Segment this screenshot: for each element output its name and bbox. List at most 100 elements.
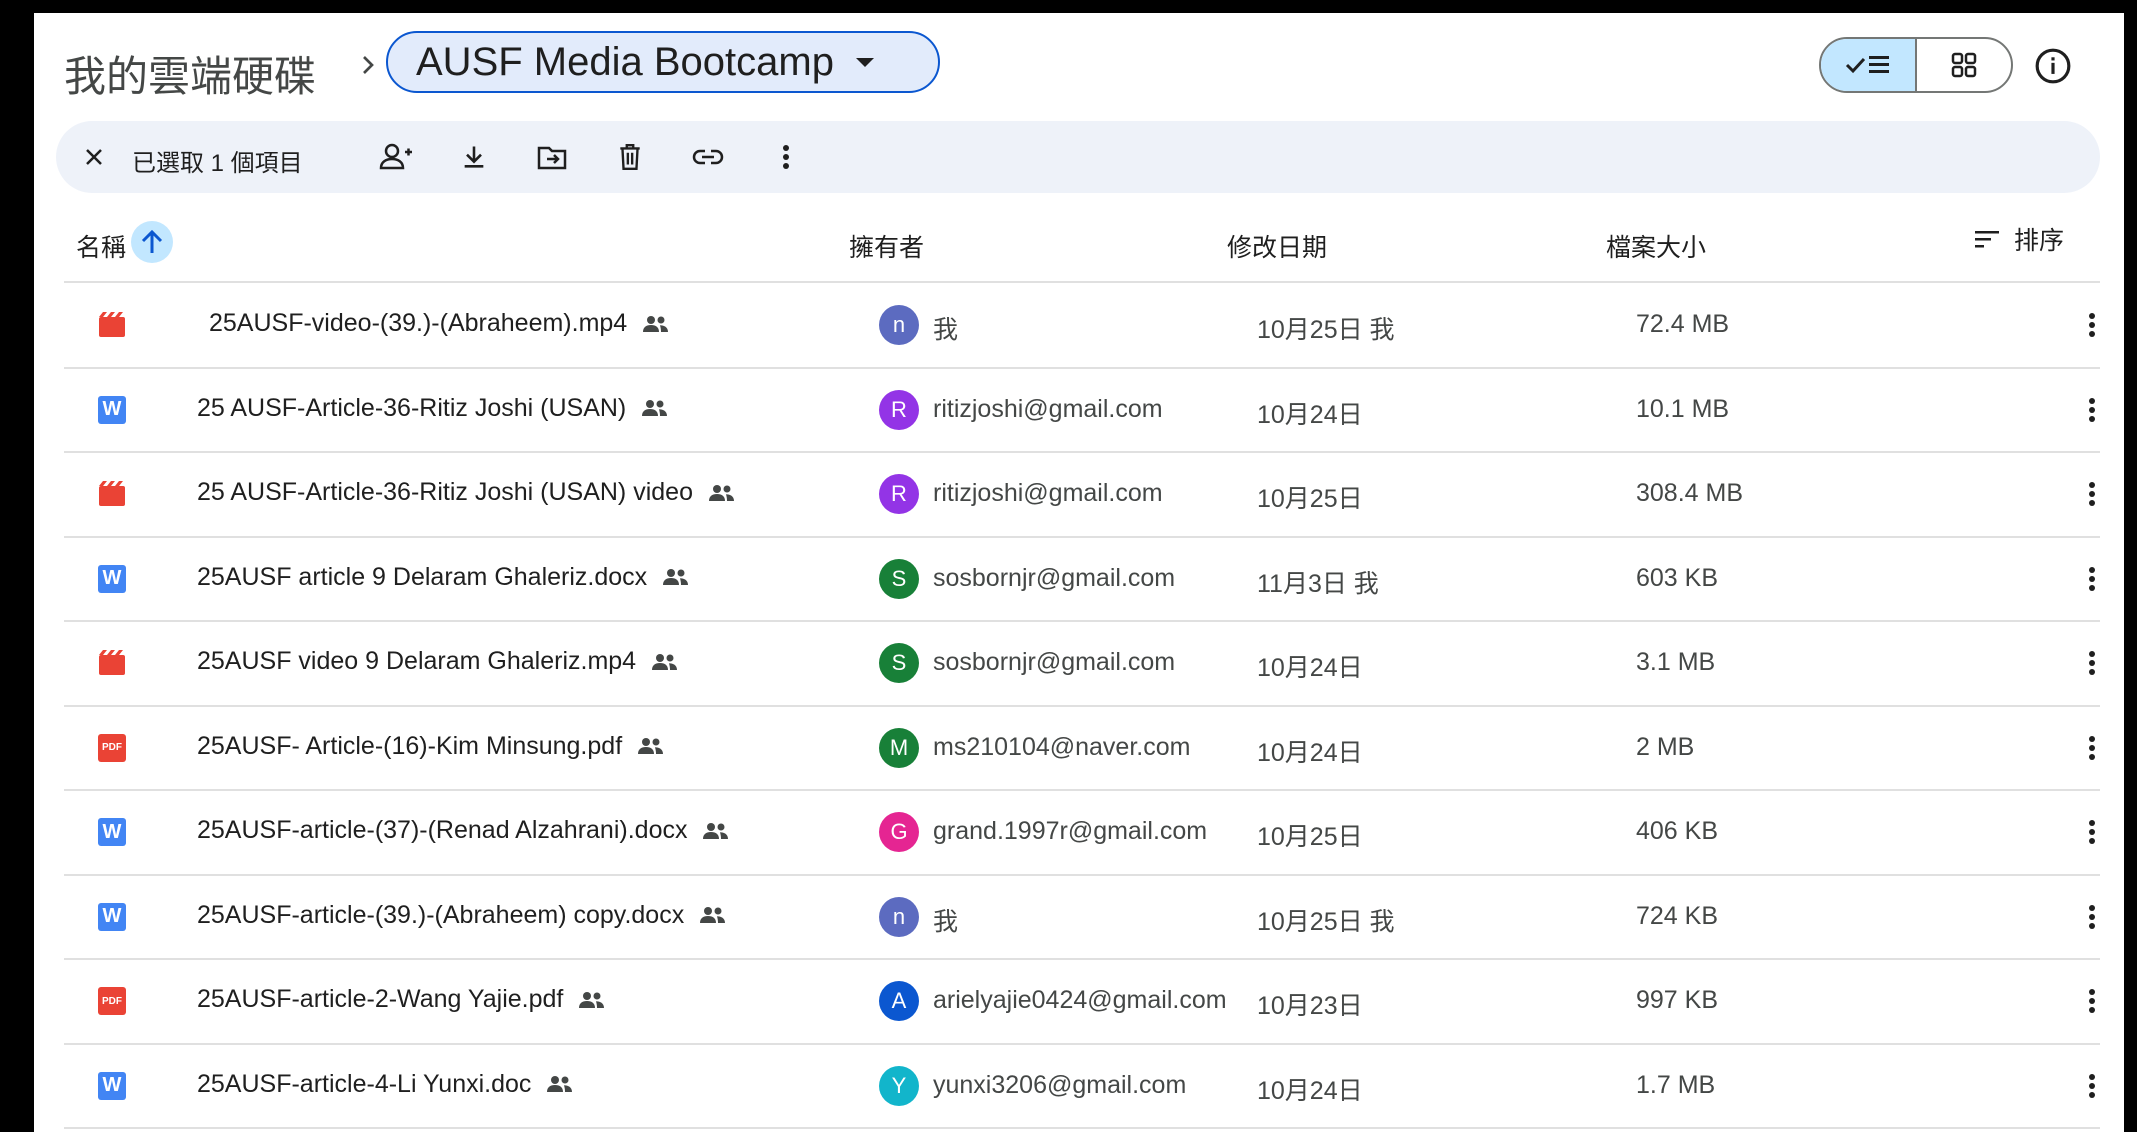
file-size: 308.4 MB xyxy=(1636,479,1744,507)
owner-avatar: G xyxy=(879,812,919,852)
modified-date: 10月24日 xyxy=(1257,654,1363,682)
file-name-cell[interactable]: 25AUSF-article-2-Wang Yajie.pdf xyxy=(197,985,607,1014)
file-name: 25AUSF-video-(39.)-(Abraheem).mp4 xyxy=(209,309,628,337)
shared-people-icon xyxy=(708,484,734,501)
column-owner-header[interactable]: 擁有者 xyxy=(849,228,924,264)
download-button[interactable] xyxy=(456,139,492,175)
column-size-header[interactable]: 檔案大小 xyxy=(1606,228,1706,264)
owner-name: yunxi3206@gmail.com xyxy=(933,1070,1187,1099)
link-icon xyxy=(692,149,724,165)
file-size: 603 KB xyxy=(1636,563,1719,592)
view-toggle xyxy=(1819,37,2013,93)
sort-direction-button[interactable] xyxy=(131,221,173,263)
trash-icon xyxy=(620,143,640,171)
owner-avatar: M xyxy=(879,727,919,768)
more-vert-icon xyxy=(2089,313,2095,337)
row-more-button[interactable] xyxy=(2074,814,2110,850)
file-row[interactable]: 25 AUSF-Article-36-Ritiz Joshi (USAN) vi… xyxy=(64,452,2100,536)
breadcrumb-current-label: AUSF Media Bootcamp xyxy=(416,39,834,84)
shared-people-icon xyxy=(652,653,678,670)
row-more-button[interactable] xyxy=(2074,983,2110,1019)
row-more-button[interactable] xyxy=(2074,476,2110,512)
owner-avatar: n xyxy=(879,305,919,345)
row-more-button[interactable] xyxy=(2074,307,2110,343)
copy-link-button[interactable] xyxy=(690,139,726,175)
row-more-button[interactable] xyxy=(2074,1068,2110,1104)
owner-avatar: S xyxy=(879,643,919,683)
word-doc-icon: W xyxy=(98,818,126,846)
more-vert-icon xyxy=(2089,482,2095,506)
owner-name: grand.1997r@gmail.com xyxy=(933,817,1208,845)
owner-name: sosbornjr@gmail.com xyxy=(933,648,1176,676)
file-row[interactable]: W 25AUSF-article-(39.)-(Abraheem) copy.d… xyxy=(64,875,2100,959)
file-row[interactable]: W 25 AUSF-Article-36-Ritiz Joshi (USAN) … xyxy=(64,368,2100,452)
file-row[interactable]: 25AUSF-video-(39.)-(Abraheem).mp4 n 我 10… xyxy=(64,283,2100,367)
owner-avatar: R xyxy=(879,474,919,514)
file-row[interactable]: W 25AUSF-article-(37)-(Renad Alzahrani).… xyxy=(64,790,2100,874)
file-size: 10.1 MB xyxy=(1636,394,1730,423)
selection-toolbar: 已選取 1 個項目 xyxy=(56,121,2100,193)
file-name-cell[interactable]: 25AUSF-article-(37)-(Renad Alzahrani).do… xyxy=(197,816,731,845)
modified-date: 10月25日 xyxy=(1257,485,1363,513)
file-row[interactable]: PDF 25AUSF- Article-(16)-Kim Minsung.pdf… xyxy=(64,706,2100,790)
file-size: 3.1 MB xyxy=(1636,648,1716,676)
owner-name: ms210104@naver.com xyxy=(933,732,1191,761)
more-actions-button[interactable] xyxy=(768,139,804,175)
row-more-button[interactable] xyxy=(2074,392,2110,428)
file-name: 25AUSF article 9 Delaram Ghaleriz.docx xyxy=(197,562,648,591)
owner-name: ritizjoshi@gmail.com xyxy=(933,479,1163,507)
row-more-button[interactable] xyxy=(2074,561,2110,597)
chevron-right-icon xyxy=(363,56,374,74)
pdf-icon: PDF xyxy=(98,733,126,762)
shared-people-icon xyxy=(638,738,664,754)
modified-date: 10月24日 xyxy=(1257,738,1363,767)
file-name-cell[interactable]: 25 AUSF-Article-36-Ritiz Joshi (USAN) vi… xyxy=(197,478,737,507)
word-doc-icon: W xyxy=(98,564,126,593)
file-row[interactable]: 25AUSF video 9 Delaram Ghaleriz.mp4 S so… xyxy=(64,621,2100,705)
row-more-button[interactable] xyxy=(2074,899,2110,935)
owner-name: 我 xyxy=(933,316,959,344)
file-name-cell[interactable]: 25 AUSF-Article-36-Ritiz Joshi (USAN) xyxy=(197,394,670,423)
owner-name: ritizjoshi@gmail.com xyxy=(933,394,1163,423)
info-icon[interactable] xyxy=(2034,47,2072,85)
file-row[interactable]: W 25AUSF article 9 Delaram Ghaleriz.docx… xyxy=(64,537,2100,621)
owner-avatar: n xyxy=(879,896,919,937)
trash-button[interactable] xyxy=(612,139,648,175)
file-row[interactable]: PDF 25AUSF-article-2-Wang Yajie.pdf A ar… xyxy=(64,959,2100,1043)
column-modified-header[interactable]: 修改日期 xyxy=(1227,228,1327,264)
file-size: 997 KB xyxy=(1636,986,1719,1014)
owner-name: arielyajie0424@gmail.com xyxy=(933,986,1227,1014)
share-button[interactable] xyxy=(378,139,414,175)
clear-selection-button[interactable] xyxy=(76,139,112,175)
row-more-button[interactable] xyxy=(2074,730,2110,766)
check-list-icon xyxy=(1845,56,1889,74)
breadcrumb-current-folder[interactable]: AUSF Media Bootcamp xyxy=(386,31,940,93)
row-more-button[interactable] xyxy=(2074,645,2110,681)
more-vert-icon xyxy=(2089,651,2095,675)
header: 我的雲端硬碟 AUSF Media Bootcamp xyxy=(34,13,2124,117)
file-name: 25 AUSF-Article-36-Ritiz Joshi (USAN) vi… xyxy=(197,478,693,506)
file-name-cell[interactable]: 25AUSF-video-(39.)-(Abraheem).mp4 xyxy=(209,309,671,338)
file-name-cell[interactable]: 25AUSF-article-4-Li Yunxi.doc xyxy=(197,1070,575,1099)
shared-people-icon xyxy=(643,315,669,332)
file-name: 25AUSF video 9 Delaram Ghaleriz.mp4 xyxy=(197,647,637,675)
file-name-cell[interactable]: 25AUSF- Article-(16)-Kim Minsung.pdf xyxy=(197,732,666,761)
modified-date: 11月3日 我 xyxy=(1257,569,1379,598)
caret-down-icon xyxy=(855,57,874,67)
word-doc-icon: W xyxy=(98,902,126,931)
file-row[interactable]: W 25AUSF-article-4-Li Yunxi.doc Y yunxi3… xyxy=(64,1044,2100,1128)
move-button[interactable] xyxy=(534,139,570,175)
file-name: 25AUSF-article-4-Li Yunxi.doc xyxy=(197,1069,532,1098)
breadcrumb-root[interactable]: 我的雲端硬碟 xyxy=(64,43,316,104)
file-name-cell[interactable]: 25AUSF video 9 Delaram Ghaleriz.mp4 xyxy=(197,647,680,676)
file-name-cell[interactable]: 25AUSF article 9 Delaram Ghaleriz.docx xyxy=(197,563,691,592)
sort-options-button[interactable]: 排序 xyxy=(1974,221,2064,257)
list-view-button[interactable] xyxy=(1821,39,1917,91)
file-size: 724 KB xyxy=(1636,901,1719,930)
download-icon xyxy=(464,146,484,168)
modified-date: 10月25日 我 xyxy=(1257,907,1395,936)
file-name-cell[interactable]: 25AUSF-article-(39.)-(Abraheem) copy.doc… xyxy=(197,901,728,930)
close-icon xyxy=(86,149,102,165)
grid-view-button[interactable] xyxy=(1917,39,2011,91)
column-name-header[interactable]: 名稱 xyxy=(76,228,126,264)
